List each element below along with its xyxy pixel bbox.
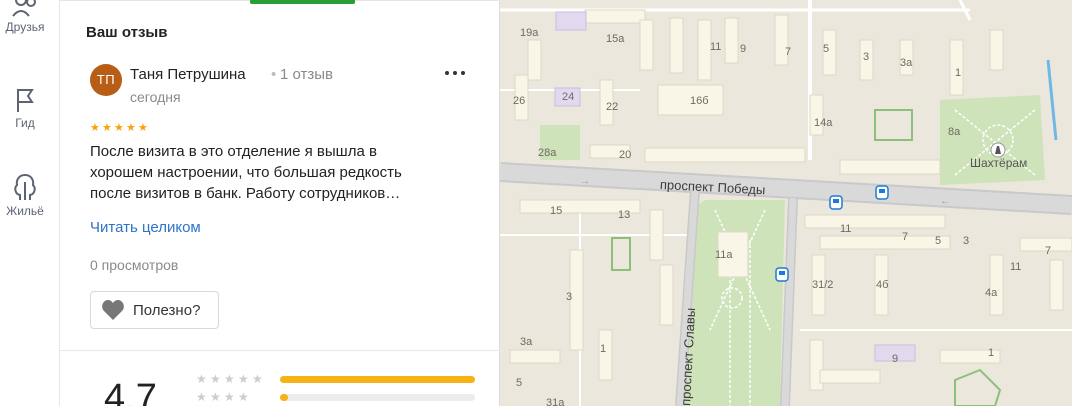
building-number-label: 3 [963,235,969,247]
building-number-label: 5 [823,43,829,55]
building-number-label: 19а [520,27,539,39]
building-number-label: 7 [902,231,908,243]
bus-stop-icon[interactable] [775,267,789,282]
building-number-label: 26 [513,95,525,107]
building-number-label: 11 [1010,261,1021,273]
building-number-label: 20 [619,149,631,161]
building-number-label: 15 [550,205,562,217]
rail-item-housing[interactable]: Жильё [0,172,50,218]
building-number-label: 13 [618,209,630,221]
active-tab-indicator [250,0,355,4]
rating-row-5: ★ ★ ★ ★ ★ [196,372,270,386]
heart-icon [102,300,124,320]
direction-arrow: → [580,176,590,187]
monument-icon[interactable] [990,142,1006,158]
author-reviews-count: 1 отзыв [280,66,334,83]
star-icon: ★ [138,122,148,134]
flag-icon [17,89,34,112]
rail-label-friends: Друзья [5,20,45,34]
building-number-label: 1 [955,67,961,79]
building-number-label: 31/2 [812,279,833,291]
building-number-label: 9 [892,353,898,365]
author-name[interactable]: Таня Петрушина [130,66,246,83]
building-number-label: 11 [840,223,851,235]
poi-label[interactable]: Шахтёрам [970,156,1027,170]
building-number-label: 1 [600,343,606,355]
more-options-button[interactable] [440,66,470,90]
building-number-label: 3а [900,57,913,69]
views-count: 0 просмотров [90,257,179,273]
building-number-label: 14а [814,117,833,129]
review-panel: Ваш отзыв ТП Таня Петрушина • 1 отзыв се… [60,0,500,406]
star-icon: ★ [126,122,136,134]
rail-label-housing: Жильё [6,204,44,218]
building-number-label: 11 [710,41,721,53]
separator-dot: • [271,66,277,83]
useful-button[interactable]: Полезно? [90,291,219,329]
building-number-label: 1 [988,347,994,359]
avatar[interactable]: ТП [90,64,122,96]
building-number-label: 5 [935,235,941,247]
building-number-label: 3 [863,51,869,63]
building-number-label: 4а [985,287,998,299]
building-number-label: 3 [566,291,572,303]
building-number-label: 5 [516,377,522,389]
building-number-label: 15а [606,33,625,45]
building-number-label: 28а [538,147,557,159]
map-canvas[interactable]: 19а 15а11 9 7 53 3а126 2422 16б14а8а28а 2015 1311… [499,0,1072,406]
review-date: сегодня [130,89,181,105]
rating-bar-track [280,376,475,383]
rating-bar-track [280,394,475,401]
left-rail: Друзья Гид Жильё [0,0,60,406]
rating-bar-fill [280,394,288,401]
building-number-label: 31а [546,397,565,406]
building-number-label: 11а [715,249,733,261]
map-view[interactable]: 19а 15а 11 9 7 5 3 3а 1 26 24 22 16б 14а 8а 28а 20 15 13 11… [499,0,1072,406]
star-icon: ★ [102,122,112,134]
building-number-label: 8а [948,126,961,138]
read-more-link[interactable]: Читать целиком [90,219,201,236]
rail-label-guide: Гид [15,116,35,130]
building-number-label: 7 [785,46,791,58]
review-text: После визита в это отделение я вышла в х… [90,141,480,204]
star-icon: ★ [90,122,100,134]
bus-stop-icon[interactable] [829,195,843,210]
overall-rating: 4.7 [104,377,157,406]
section-divider [60,350,500,351]
dots-icon [445,71,465,75]
review-stars: ★ ★ ★ ★ ★ [90,122,150,134]
rail-item-friends[interactable]: Друзья [0,0,50,34]
building-number-label: 3а [520,336,533,348]
house-icon [14,174,36,200]
building-number-label: 4б [876,279,888,291]
review-text-line: хорошем настроении, что большая редкость [90,164,402,181]
friends-icon [12,0,36,17]
bus-stop-icon[interactable] [875,185,889,200]
rating-row-stars: ★ ★ ★ ★ [196,390,249,404]
building-number-label: 16б [690,95,709,107]
section-title: Ваш отзыв [86,24,168,41]
app-root: Друзья Гид Жильё Ваш отзыв ТП Таня Петру… [0,0,1072,406]
rating-row-stars: ★ ★ ★ ★ ★ [196,372,263,386]
rating-row-4: ★ ★ ★ ★ [196,390,270,404]
direction-arrow: ← [940,196,950,207]
review-text-line: после визитов в банк. Работу сотрудников… [90,185,401,202]
building-number-label: 24 [562,91,574,103]
building-number-label: 22 [606,101,618,113]
review-text-line: После визита в это отделение я вышла в [90,143,377,160]
building-number-label: 7 [1045,245,1051,257]
star-icon: ★ [114,122,124,134]
rail-item-guide[interactable]: Гид [0,86,50,130]
rating-bar-fill [280,376,475,383]
building-number-label: 9 [740,43,746,55]
useful-label: Полезно? [133,301,201,319]
